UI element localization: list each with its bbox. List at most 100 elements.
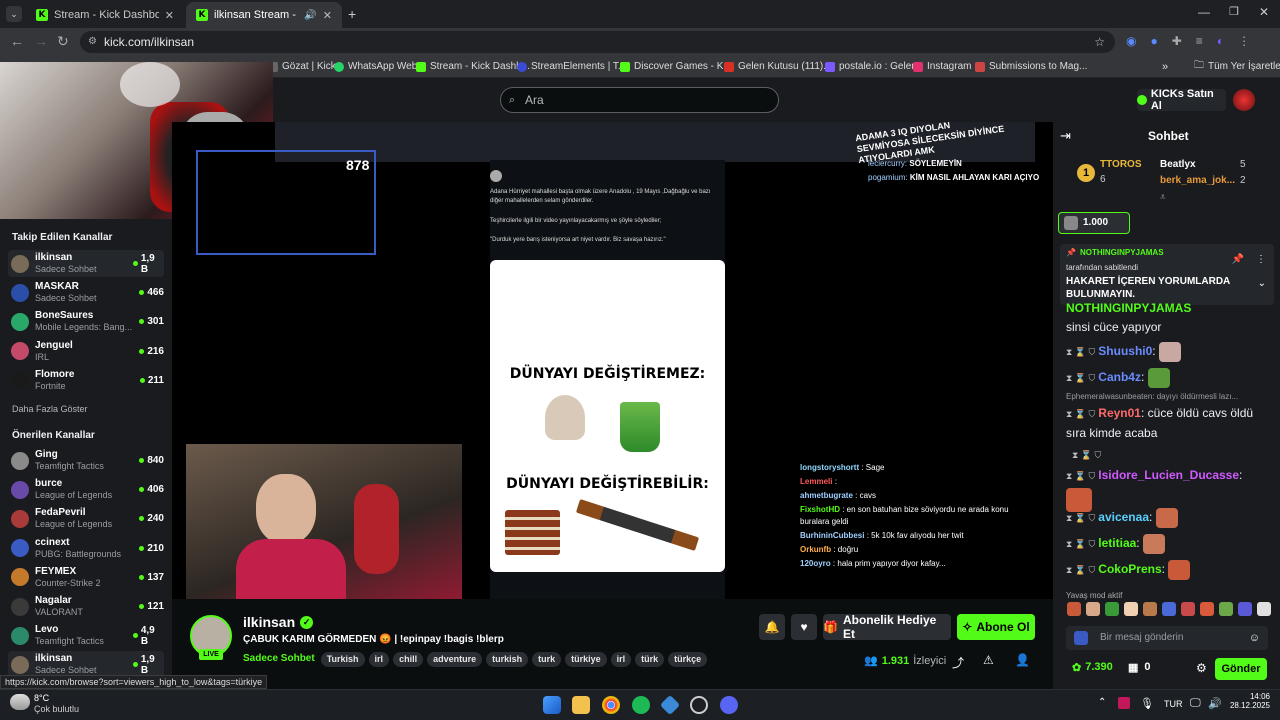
- bookmark-item[interactable]: WhatsApp Web: [334, 61, 417, 72]
- buy-kicks-button[interactable]: KICKs Satın Al: [1137, 88, 1226, 112]
- reload-icon[interactable]: ↻: [57, 33, 69, 50]
- start-icon[interactable]: [543, 696, 561, 714]
- more-bookmarks-icon[interactable]: »: [1162, 61, 1168, 73]
- tag-9[interactable]: türkçe: [668, 652, 708, 667]
- unpin-icon[interactable]: 📌: [1232, 254, 1244, 265]
- user-plus-icon[interactable]: 👤: [1015, 653, 1030, 667]
- site-info-icon[interactable]: ⚙: [88, 31, 97, 53]
- top-gifter-3[interactable]: berk_ama_jok...: [1160, 175, 1235, 186]
- tag-2[interactable]: chill: [393, 652, 424, 667]
- discord-icon[interactable]: [720, 696, 738, 714]
- sidebar-channel-jenguel[interactable]: Jenguel IRL 216: [8, 338, 164, 365]
- tray-app-icon[interactable]: [1118, 697, 1130, 709]
- emoji-icon[interactable]: ☺: [1249, 626, 1260, 650]
- chat-username[interactable]: avicenaa: [1098, 510, 1149, 524]
- channel-name[interactable]: ilkinsan: [243, 614, 295, 630]
- emote-icon[interactable]: [1086, 602, 1100, 616]
- back-icon[interactable]: ←: [10, 33, 24, 49]
- top-gifter-2[interactable]: Beatlyx: [1160, 159, 1196, 170]
- new-tab-icon[interactable]: +: [348, 6, 356, 22]
- all-bookmarks[interactable]: 🗀 Tüm Yer İşaretleri: [1194, 58, 1280, 75]
- bookmark-item[interactable]: Submissions to Mag...: [975, 61, 1087, 72]
- sidebar-channel-nagalar[interactable]: Nagalar VALORANT 121: [8, 593, 164, 620]
- extension-icon[interactable]: ◉: [1126, 34, 1136, 48]
- report-icon[interactable]: ⚠: [983, 653, 994, 667]
- sidebar-channel-levo[interactable]: Levo Teamfight Tactics 4,9 B: [8, 622, 164, 649]
- gift-subscription-button[interactable]: 🎁 Abonelik Hediye Et: [823, 613, 951, 641]
- bookmark-item[interactable]: StreamElements | T...: [517, 61, 626, 72]
- chat-username[interactable]: CokoPrens: [1098, 562, 1161, 576]
- emote-icon[interactable]: [1219, 602, 1233, 616]
- url-input[interactable]: ⚙ kick.com/ilkinsan ☆: [80, 31, 1115, 53]
- expand-pinned-icon[interactable]: ⌄: [1258, 278, 1266, 289]
- tag-7[interactable]: irl: [610, 652, 632, 667]
- spotify-icon[interactable]: [632, 696, 650, 714]
- chat-username[interactable]: letitiaa: [1098, 536, 1136, 550]
- chat-username[interactable]: Isidore_Lucien_Ducasse: [1098, 468, 1239, 482]
- chat-username[interactable]: Canb4z: [1098, 370, 1141, 384]
- tag-6[interactable]: türkiye: [565, 652, 607, 667]
- top-gifter-1[interactable]: TTOROS: [1100, 159, 1141, 170]
- category-link[interactable]: Sadece Sohbet: [243, 653, 315, 664]
- menu-icon[interactable]: ⋮: [1238, 34, 1250, 48]
- volume-icon[interactable]: 🔊: [1208, 697, 1222, 710]
- emote-icon[interactable]: [1200, 602, 1214, 616]
- inventory[interactable]: ▦ 0: [1128, 661, 1151, 674]
- chat-gear-icon[interactable]: ⚙: [1196, 661, 1207, 675]
- file-explorer-icon[interactable]: [572, 696, 590, 714]
- extension-icon[interactable]: ●: [1150, 34, 1157, 48]
- chat-username[interactable]: Reyn01: [1098, 406, 1141, 420]
- sidebar-channel-ilkinsan[interactable]: ilkinsan Sadece Sohbet 1,9 B: [8, 250, 164, 277]
- search-input[interactable]: ⌕ Ara: [500, 87, 779, 113]
- tag-5[interactable]: turk: [532, 652, 562, 667]
- sidebar-channel-maskar[interactable]: MASKAR Sadece Sohbet 466: [8, 279, 164, 306]
- follow-heart-button[interactable]: ♥: [791, 614, 817, 640]
- emote-icon[interactable]: [1181, 602, 1195, 616]
- collapse-chat-icon[interactable]: ⇥: [1060, 128, 1071, 144]
- language-indicator[interactable]: TUR: [1164, 699, 1183, 709]
- emote-icon[interactable]: [1238, 602, 1252, 616]
- tag-4[interactable]: turkish: [486, 652, 529, 667]
- bookmark-star-icon[interactable]: ☆: [1094, 31, 1105, 53]
- tag-0[interactable]: Turkish: [320, 652, 365, 667]
- share-icon[interactable]: ⤴: [952, 654, 964, 671]
- bookmark-item[interactable]: postale.io : Gelen: [825, 61, 917, 72]
- tray-arrow-icon[interactable]: ⌃: [1098, 697, 1106, 708]
- restore-icon[interactable]: ❐: [1229, 5, 1239, 18]
- chrome-icon[interactable]: [602, 696, 620, 714]
- tab-ilkinsan-stream[interactable]: K ilkinsan Stream - Watch Live 🔊 ✕: [186, 2, 342, 28]
- tab-search-button[interactable]: ⌄: [6, 6, 22, 22]
- notification-bell-button[interactable]: 🔔: [759, 614, 785, 640]
- bookmark-item[interactable]: Discover Games - K...: [620, 61, 732, 72]
- user-avatar[interactable]: [1233, 89, 1255, 111]
- sidebar-channel-burce[interactable]: burce League of Legends 406: [8, 476, 164, 503]
- sidebar-channel-flomore[interactable]: Flomore Fortnite 211: [8, 367, 164, 394]
- show-more-link[interactable]: Daha Fazla Göster: [12, 404, 88, 414]
- emote-icon[interactable]: [1162, 602, 1176, 616]
- bookmark-item[interactable]: Instagram: [913, 61, 971, 72]
- emote-icon[interactable]: [1143, 602, 1157, 616]
- bookmark-item[interactable]: Gelen Kutusu (111)...: [724, 61, 832, 72]
- send-button[interactable]: Gönder: [1215, 658, 1267, 680]
- profile-icon[interactable]: ◐: [1217, 34, 1224, 48]
- subscribe-button[interactable]: ✧ Abone Ol: [957, 614, 1035, 640]
- emote-icon[interactable]: [1067, 602, 1081, 616]
- chat-settings-icon[interactable]: [1074, 631, 1088, 645]
- tag-3[interactable]: adventure: [427, 652, 483, 667]
- kick-goal[interactable]: 1.000: [1058, 212, 1130, 234]
- emote-icon[interactable]: [1257, 602, 1271, 616]
- media-icon[interactable]: ≡: [1196, 34, 1203, 48]
- sidebar-channel-fedapevril[interactable]: FedaPevril League of Legends 240: [8, 505, 164, 532]
- tag-8[interactable]: türk: [635, 652, 665, 667]
- speaker-icon[interactable]: 🔊: [304, 10, 316, 21]
- close-tab-icon[interactable]: ✕: [165, 9, 174, 22]
- mic-icon[interactable]: 🎙: [1140, 697, 1154, 710]
- pinned-menu-icon[interactable]: ⋮: [1256, 254, 1266, 265]
- close-window-icon[interactable]: ✕: [1259, 5, 1269, 19]
- chat-username[interactable]: NOTHINGINPYJAMAS: [1066, 301, 1191, 315]
- close-tab-icon[interactable]: ✕: [323, 9, 332, 22]
- forward-icon[interactable]: →: [34, 33, 48, 49]
- channel-points[interactable]: ✿ 7.390: [1072, 661, 1113, 674]
- tab-kick-dashboard[interactable]: K Stream - Kick Dashboard ✕: [26, 2, 184, 28]
- tag-1[interactable]: irl: [368, 652, 390, 667]
